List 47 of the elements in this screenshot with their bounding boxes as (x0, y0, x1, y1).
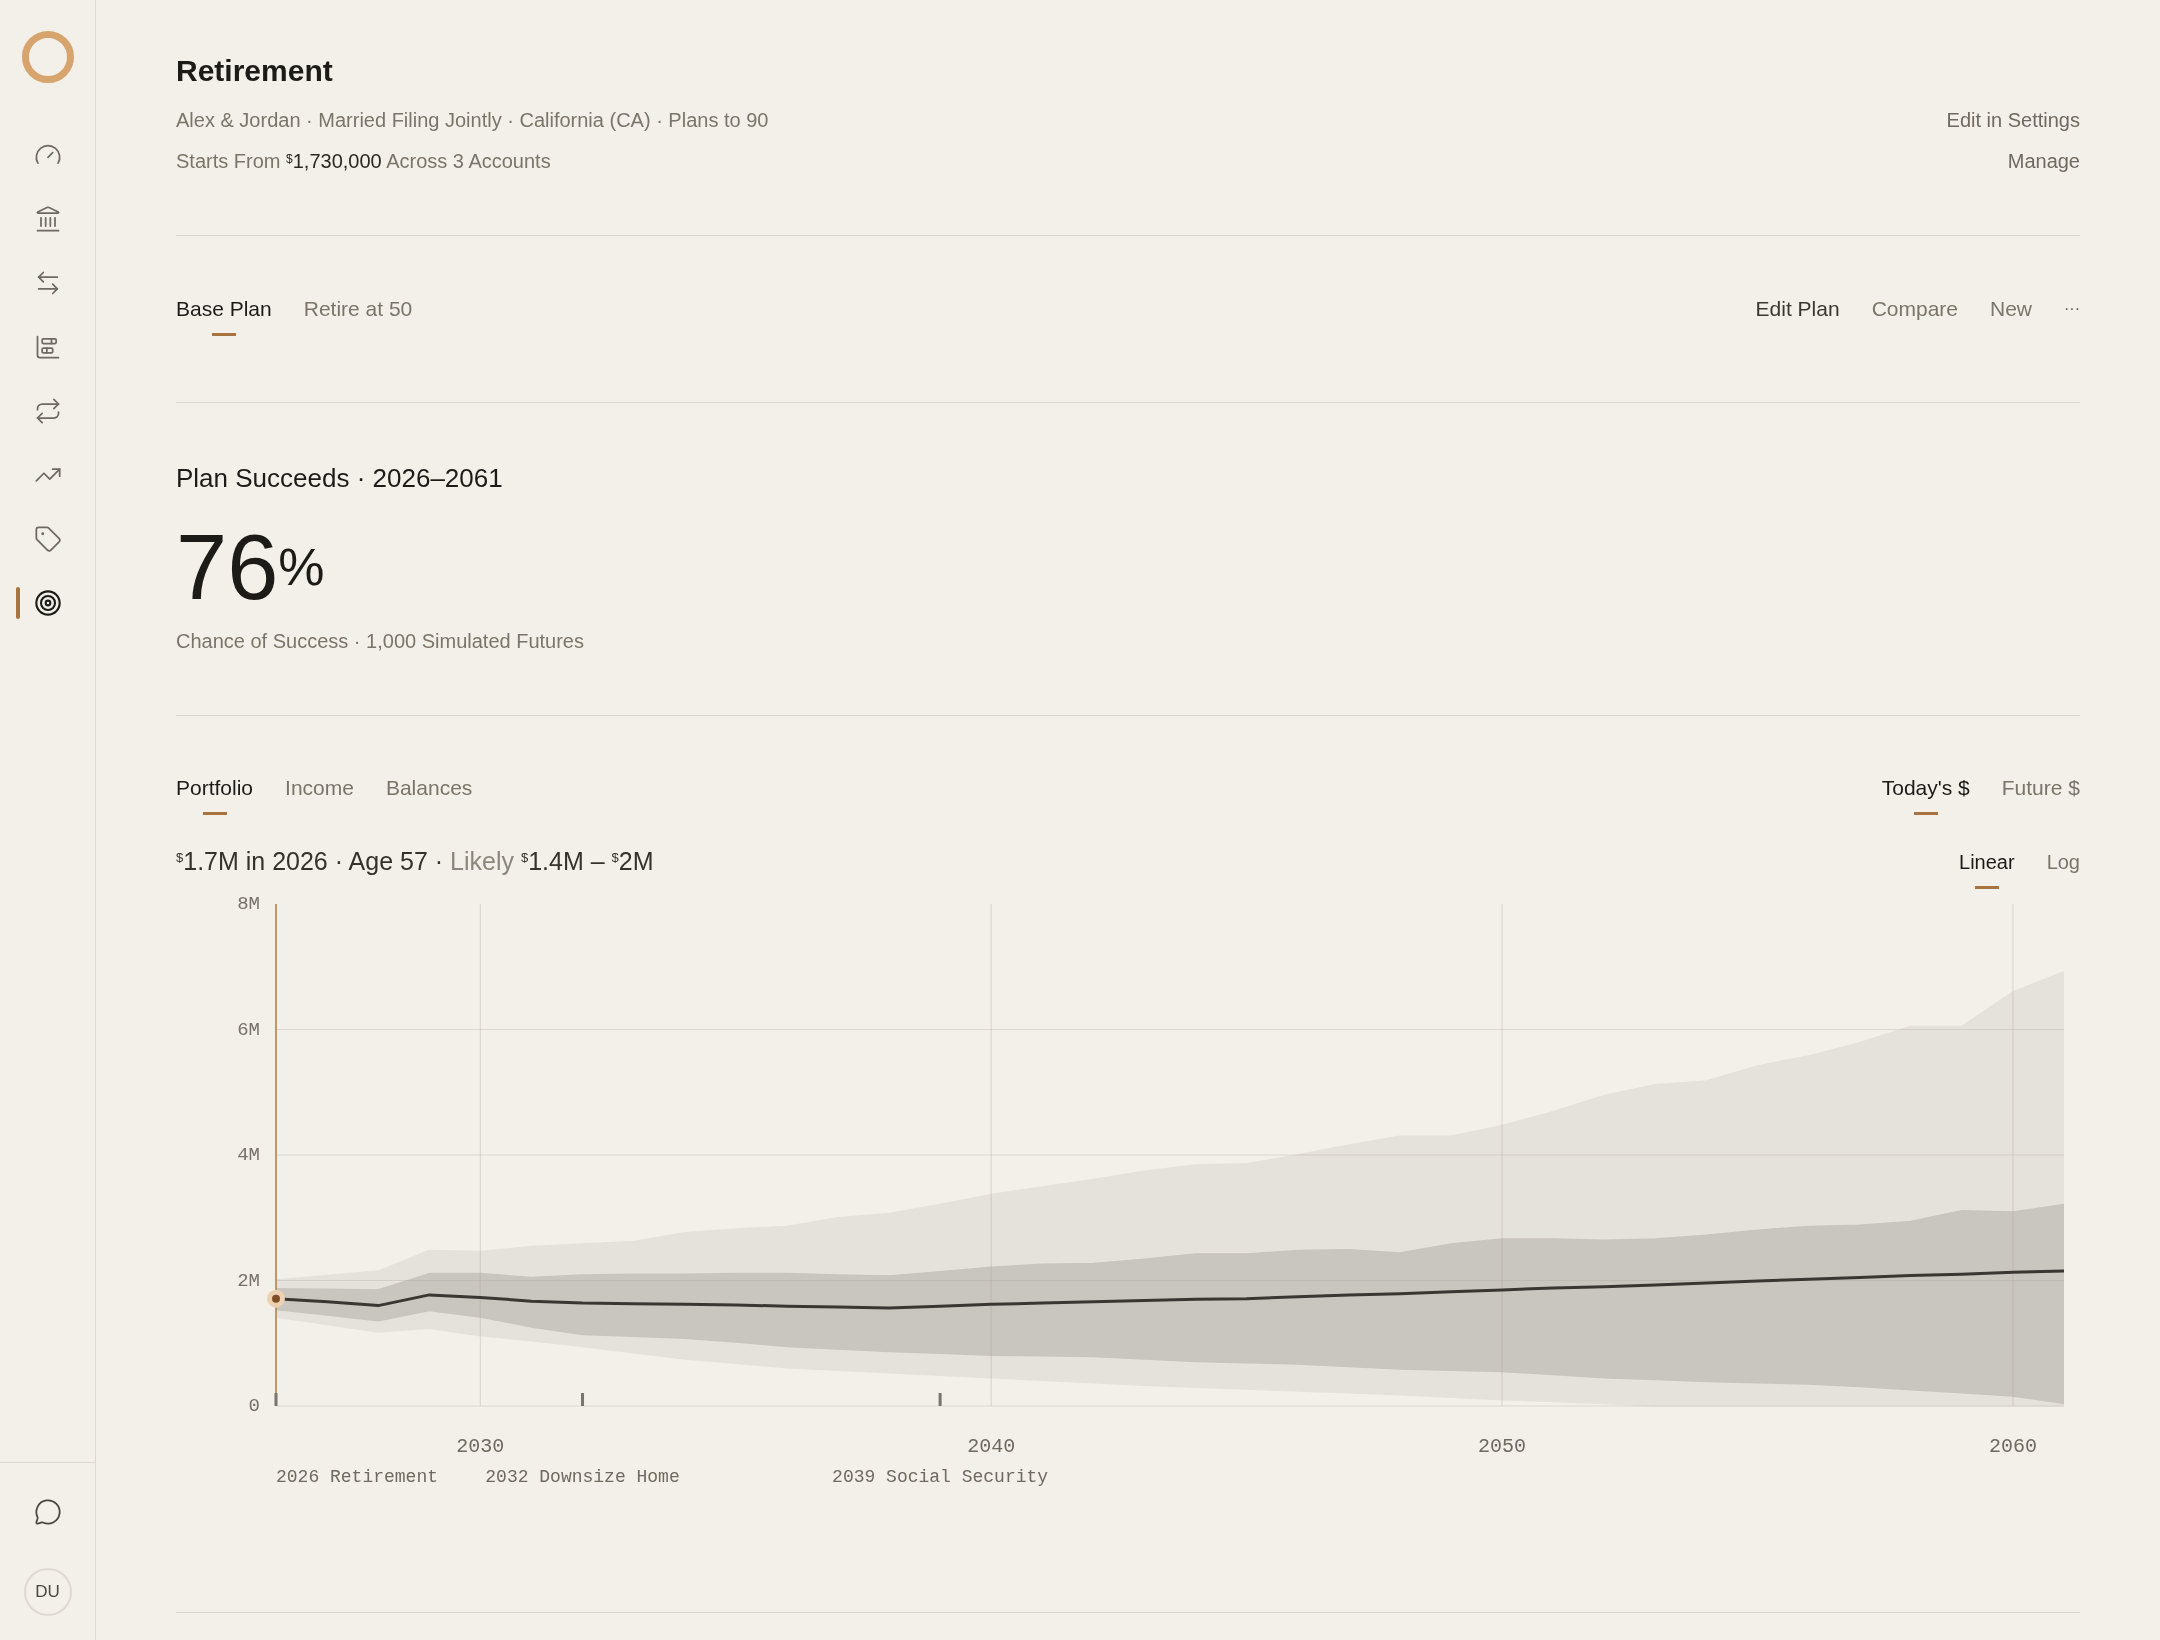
event-marker (938, 1393, 942, 1406)
speech-bubble-icon (33, 1498, 62, 1526)
x-axis-label: 2030 (456, 1435, 505, 1459)
manage-link[interactable]: Manage (2007, 147, 2080, 175)
currency-toggle-option[interactable]: Today's $ (1881, 774, 1970, 815)
plan-action-button[interactable]: Compare (1871, 295, 1958, 323)
y-axis-label: 8M (237, 893, 260, 915)
plan-action-button[interactable]: Edit Plan (1755, 295, 1840, 323)
household-details: Alex & Jordan · Married Filing Jointly · California (CA) · Plans to 90 (176, 108, 769, 133)
event-marker (274, 1393, 278, 1406)
chart-tab[interactable]: Portfolio (176, 774, 254, 815)
scale-toggle-option[interactable]: Linear (1959, 848, 2015, 889)
user-avatar[interactable]: DU (23, 1568, 72, 1616)
x-axis-label: 2060 (1988, 1435, 2037, 1459)
event-label: 2026 Retirement (276, 1466, 439, 1487)
x-axis-label: 2040 (967, 1435, 1016, 1459)
bank-icon (34, 205, 62, 233)
chart-tab[interactable]: Balances (385, 774, 473, 802)
y-axis-label: 6M (237, 1018, 260, 1041)
more-button[interactable]: ··· (2064, 295, 2080, 323)
event-marker (581, 1393, 584, 1406)
chart-tab[interactable]: Income (285, 774, 354, 802)
event-label: 2032 Downsize Home (485, 1466, 680, 1487)
page-title: Retirement (176, 53, 334, 89)
y-axis-label: 2M (237, 1269, 260, 1292)
outcome-title: Plan Succeeds · 2026–2061 (176, 462, 504, 494)
x-axis-label: 2050 (1478, 1435, 1527, 1459)
active-indicator (16, 587, 20, 619)
ring-logo (21, 31, 74, 83)
y-axis-label: 4M (237, 1144, 260, 1166)
stacked-bar-chart-icon (34, 333, 62, 361)
scale-toggle-option[interactable]: Log (2046, 848, 2080, 876)
edit-in-settings-link[interactable]: Edit in Settings (1946, 106, 2080, 134)
starting-balance-text: Starts From $^{$}$1,730,000 Across 3 Accounts (176, 149, 551, 174)
target-icon (34, 589, 62, 617)
plan-tab[interactable]: Base Plan (176, 295, 272, 336)
outcome-caption: Chance of Success · 1,000 Simulated Futures (176, 629, 585, 654)
portfolio-summary: $^{$}$1.7M in 2026 · Age 57 · Likely $^{$}$1.4M – $^{$}$2M (176, 846, 654, 877)
y-axis-label: 0 (248, 1395, 260, 1417)
start-point-marker (267, 1289, 285, 1308)
plan-tab[interactable]: Retire at 50 (303, 295, 413, 323)
success-rate: 76$^{%}$ (176, 521, 326, 613)
repeat-arrows-icon (34, 397, 62, 425)
currency-toggle-option[interactable]: Future $ (2001, 774, 2080, 802)
plan-action-button[interactable]: New (1990, 295, 2032, 323)
tag-icon (34, 525, 62, 553)
event-label: 2039 Social Security (832, 1466, 1049, 1487)
